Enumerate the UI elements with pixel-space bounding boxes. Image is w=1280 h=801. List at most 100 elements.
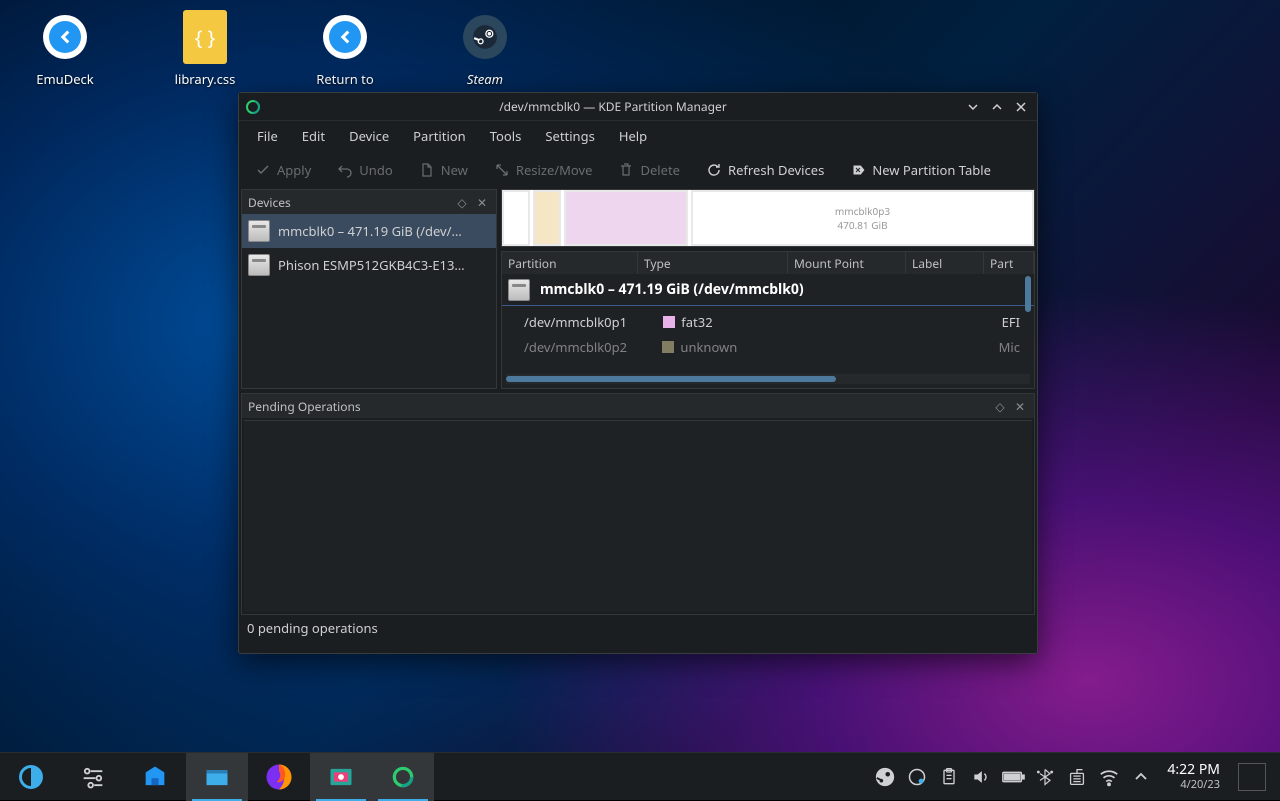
taskbar-clock[interactable]: 4:22 PM 4/20/23 <box>1157 762 1230 792</box>
check-icon <box>255 162 271 178</box>
col-partition[interactable]: Partition <box>502 252 638 274</box>
devices-panel-title: Devices <box>248 194 291 211</box>
tray-steam-icon[interactable] <box>869 753 901 801</box>
fs-swatch <box>662 341 674 353</box>
col-type[interactable]: Type <box>638 252 788 274</box>
partition-device-label: mmcblk0 – 471.19 GiB (/dev/mmcblk0) <box>540 280 804 299</box>
col-flags[interactable]: Part <box>984 252 1034 274</box>
tray-expand-icon[interactable] <box>1125 753 1157 801</box>
window-titlebar[interactable]: /dev/mmcblk0 — KDE Partition Manager <box>239 93 1037 121</box>
new-button: New <box>413 157 474 183</box>
erase-icon <box>850 162 866 178</box>
drive-icon <box>508 279 530 301</box>
horizontal-scrollbar[interactable] <box>506 374 1030 384</box>
resize-icon <box>494 162 510 178</box>
desktop-icon-return[interactable]: Return to <box>300 12 390 88</box>
new-partition-table-button[interactable]: New Partition Table <box>844 157 997 183</box>
app-icon <box>245 99 261 115</box>
tray-clipboard-icon[interactable] <box>933 753 965 801</box>
resize-button: Resize/Move <box>488 157 599 183</box>
steam-icon <box>460 12 510 62</box>
refresh-button[interactable]: Refresh Devices <box>700 157 830 183</box>
part-flags: Mic <box>999 338 1028 356</box>
taskbar-discover[interactable] <box>124 753 186 801</box>
col-mount[interactable]: Mount Point <box>788 252 906 274</box>
toolbar-label: Delete <box>640 161 680 179</box>
desktop-icon-label: EmuDeck <box>36 70 93 88</box>
partition-name: /dev/mmcblk0p2 <box>524 338 652 356</box>
desktop-icon-librarycss[interactable]: { } library.css <box>160 12 250 88</box>
taskbar-systemsettings[interactable] <box>62 753 124 801</box>
tray-keyboard-icon[interactable] <box>1061 753 1093 801</box>
partition-segment[interactable] <box>564 190 688 246</box>
tray-wifi-icon[interactable] <box>1093 753 1125 801</box>
partition-row[interactable]: /dev/mmcblk0p1 fat32 EFI <box>502 306 1034 338</box>
toolbar-label: Resize/Move <box>516 161 593 179</box>
partition-segment[interactable] <box>502 190 530 246</box>
partitionmanager-window: /dev/mmcblk0 — KDE Partition Manager Fil… <box>238 92 1038 654</box>
minimize-button[interactable] <box>963 97 983 117</box>
menu-device[interactable]: Device <box>337 121 401 151</box>
tray-volume-icon[interactable] <box>965 753 997 801</box>
pending-operations-list <box>244 420 1032 612</box>
vertical-scrollbar[interactable] <box>1024 276 1032 312</box>
menu-help[interactable]: Help <box>607 121 659 151</box>
menubar: File Edit Device Partition Tools Setting… <box>239 121 1037 151</box>
part-flags: EFI <box>1002 313 1028 331</box>
device-item-phison[interactable]: Phison ESMP512GKB4C3-E13… <box>242 248 496 282</box>
drive-icon <box>248 220 270 242</box>
panel-close-button[interactable]: ✕ <box>1012 398 1028 414</box>
desktop-icon-label: Steam <box>467 70 503 88</box>
refresh-icon <box>706 162 722 178</box>
menu-partition[interactable]: Partition <box>401 121 478 151</box>
taskbar-dolphin[interactable] <box>186 753 248 801</box>
toolbar-label: Refresh Devices <box>728 161 824 179</box>
drive-icon <box>248 254 270 276</box>
partition-graphic[interactable]: mmcblk0p3 470.81 GiB <box>501 189 1035 247</box>
menu-settings[interactable]: Settings <box>533 121 606 151</box>
start-button[interactable] <box>0 753 62 801</box>
partition-seg-label: mmcblk0p3 <box>835 204 890 218</box>
show-desktop-button[interactable] <box>1238 763 1266 791</box>
clock-date: 4/20/23 <box>1167 778 1220 791</box>
maximize-button[interactable] <box>987 97 1007 117</box>
partition-row[interactable]: /dev/mmcblk0p2 unknown Mic <box>502 338 1034 356</box>
partition-segment[interactable] <box>533 190 561 246</box>
tray-update-icon[interactable] <box>901 753 933 801</box>
close-button[interactable] <box>1011 97 1031 117</box>
toolbar-label: Undo <box>359 161 392 179</box>
panel-float-button[interactable]: ◇ <box>992 398 1008 414</box>
fs-type: fat32 <box>681 313 712 331</box>
pending-panel-header: Pending Operations ◇ ✕ <box>242 394 1034 418</box>
taskbar-partitionmanager[interactable] <box>372 753 434 801</box>
delete-button: Delete <box>612 157 686 183</box>
device-label: mmcblk0 – 471.19 GiB (/dev/… <box>278 222 462 240</box>
undo-button: Undo <box>331 157 398 183</box>
undo-icon <box>337 162 353 178</box>
taskbar-spectacle[interactable] <box>310 753 372 801</box>
menu-edit[interactable]: Edit <box>290 121 337 151</box>
device-item-mmcblk0[interactable]: mmcblk0 – 471.19 GiB (/dev/… <box>242 214 496 248</box>
partition-device-row[interactable]: mmcblk0 – 471.19 GiB (/dev/mmcblk0) <box>502 274 1034 306</box>
desktop-icon-steam[interactable]: Steam <box>440 12 530 88</box>
devices-panel: Devices ◇ ✕ mmcblk0 – 471.19 GiB (/dev/…… <box>241 189 497 389</box>
desktop-icon-emudeck[interactable]: EmuDeck <box>20 12 110 88</box>
css-file-icon: { } <box>180 12 230 62</box>
partition-segment-mmcblk0p3[interactable]: mmcblk0p3 470.81 GiB <box>691 190 1034 246</box>
panel-close-button[interactable]: ✕ <box>474 194 490 210</box>
partition-seg-size: 470.81 GiB <box>837 218 887 232</box>
panel-float-button[interactable]: ◇ <box>454 194 470 210</box>
taskbar-firefox[interactable] <box>248 753 310 801</box>
emudeck-icon <box>40 12 90 62</box>
pending-panel-title: Pending Operations <box>248 398 361 415</box>
fs-type: unknown <box>680 338 737 356</box>
tray-bluetooth-icon[interactable] <box>1029 753 1061 801</box>
col-label[interactable]: Label <box>906 252 984 274</box>
window-title: /dev/mmcblk0 — KDE Partition Manager <box>267 98 959 115</box>
trash-icon <box>618 162 634 178</box>
menu-file[interactable]: File <box>245 121 290 151</box>
toolbar: Apply Undo New Resize/Move Delete Refres… <box>239 151 1037 189</box>
tray-battery-icon[interactable] <box>997 753 1029 801</box>
partition-table-header[interactable]: Partition Type Mount Point Label Part <box>502 252 1034 274</box>
menu-tools[interactable]: Tools <box>478 121 534 151</box>
